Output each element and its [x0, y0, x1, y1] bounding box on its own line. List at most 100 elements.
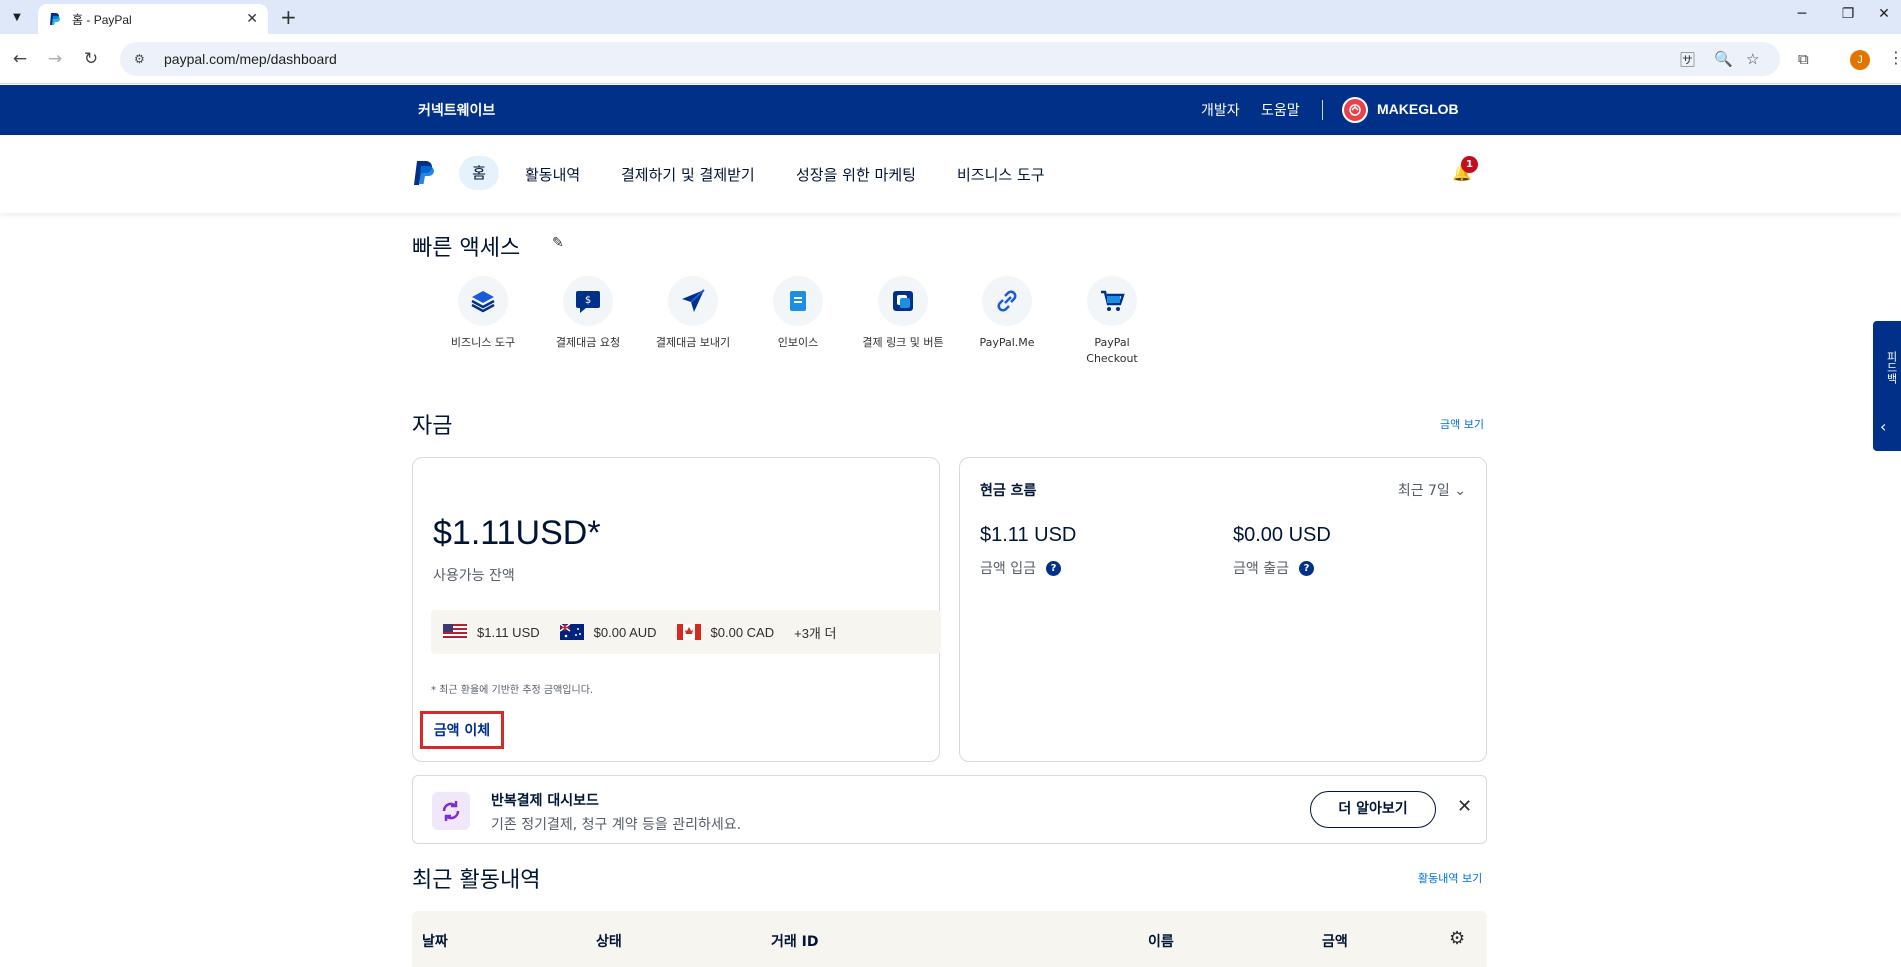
quick-access-label: 비즈니스 도구: [450, 336, 516, 349]
exchange-rate-note: * 최근 환율에 기반한 추정 금액입니다.: [431, 685, 594, 696]
au-flag-icon: [559, 624, 584, 640]
nav-business-tools[interactable]: 비즈니스 도구: [957, 164, 1045, 185]
minimize-icon[interactable]: ─: [1782, 6, 1822, 22]
money-out-text: 금액 출금: [1233, 561, 1289, 577]
quick-access-label: 결제대금 보내기: [655, 336, 731, 349]
money-out-label: 금액 출금 ?: [1233, 558, 1314, 578]
browser-tab[interactable]: 홈 - PayPal ✕: [38, 4, 268, 34]
tab-search-dropdown-icon[interactable]: ▼: [6, 7, 28, 27]
link-icon: [997, 290, 1017, 312]
more-currencies[interactable]: +3개 더: [794, 623, 836, 642]
quick-access-invoice[interactable]: 인보이스: [755, 276, 841, 351]
developer-link[interactable]: 개발자: [1201, 100, 1240, 120]
send-icon: [682, 289, 705, 312]
chevron-down-icon: ⌄: [1454, 483, 1466, 499]
column-status[interactable]: 상태: [596, 931, 622, 951]
recurring-icon: [432, 792, 470, 830]
currency-list[interactable]: $1.11 USD $0.00 AUD $0.00 CAD +3개 더: [431, 610, 941, 654]
browser-menu-icon[interactable]: ⋮: [1888, 48, 1901, 67]
zoom-icon[interactable]: 🔍: [1714, 42, 1733, 76]
pencil-icon[interactable]: ✎: [552, 235, 564, 251]
column-amount[interactable]: 금액: [1322, 931, 1348, 951]
help-link[interactable]: 도움말: [1261, 100, 1300, 120]
gear-icon[interactable]: ⚙: [1449, 928, 1465, 949]
view-balance-link[interactable]: 금액 보기: [1440, 416, 1484, 432]
translate-icon[interactable]: 🈂: [1680, 42, 1695, 76]
address-bar[interactable]: ⚙ paypal.com/mep/dashboard 🈂 🔍 ☆: [120, 42, 1780, 76]
tab-title: 홈 - PayPal: [72, 12, 132, 27]
url-text: paypal.com/mep/dashboard: [164, 51, 337, 67]
money-in-text: 금액 입금: [980, 561, 1036, 577]
close-icon[interactable]: ✕: [1457, 796, 1472, 817]
balance-card: $1.11USD* 사용가능 잔액 $1.11 USD $0.00 AUD $0…: [412, 457, 941, 762]
browser-toolbar: ← → ↻ ⚙ paypal.com/mep/dashboard 🈂 🔍 ☆ ⧉…: [0, 34, 1901, 84]
column-name[interactable]: 이름: [1148, 931, 1174, 951]
quick-access-label: 인보이스: [777, 336, 819, 349]
main-nav: 홈 활동내역 결제하기 및 결제받기 성장을 위한 마케팅 비즈니스 도구 🔔 …: [0, 135, 1901, 213]
currency-cad: $0.00 CAD: [676, 624, 775, 640]
quick-access-send-payment[interactable]: 결제대금 보내기: [650, 276, 736, 351]
ca-flag-icon: [676, 624, 701, 640]
banner-title: 반복결제 대시보드: [491, 793, 599, 809]
view-activity-link[interactable]: 활동내역 보기: [1418, 870, 1482, 886]
currency-amount: $0.00 CAD: [710, 624, 775, 640]
quick-access-label: 결제대금 요청: [555, 336, 621, 349]
quick-access-request-payment[interactable]: $ 결제대금 요청: [545, 276, 631, 351]
recurring-payments-banner: 반복결제 대시보드 기존 정기결제, 청구 계약 등을 관리하세요. 더 알아보…: [412, 775, 1487, 844]
nav-marketing[interactable]: 성장을 위한 마케팅: [796, 164, 916, 185]
avatar-icon: [1349, 104, 1361, 116]
site-info-icon[interactable]: ⚙: [134, 52, 152, 66]
reload-icon[interactable]: ↻: [80, 48, 102, 70]
money-out-value: $0.00 USD: [1233, 524, 1331, 546]
quick-access-paypal-checkout[interactable]: PayPal Checkout: [1069, 276, 1155, 367]
back-icon[interactable]: ←: [9, 48, 31, 70]
paypal-top-bar: 커넥트웨이브 개발자 도움말 MAKEGLOB: [0, 85, 1901, 135]
browser-tab-strip: ▼ 홈 - PayPal ✕ + ─ ❐ ✕: [0, 0, 1901, 34]
stack-icon: [471, 291, 495, 313]
period-label: 최근 7일: [1397, 483, 1450, 499]
quick-access-payment-links[interactable]: 결제 링크 및 버튼: [860, 276, 946, 351]
forward-icon[interactable]: →: [44, 48, 66, 70]
quick-access-label: 결제 링크 및 버튼: [862, 336, 944, 349]
currency-amount: $0.00 AUD: [593, 624, 657, 640]
period-dropdown[interactable]: 최근 7일 ⌄: [1398, 480, 1466, 500]
currency-usd: $1.11 USD: [443, 624, 540, 640]
quick-access-paypal-me[interactable]: PayPal.Me: [964, 276, 1050, 351]
recent-activity-title: 최근 활동내역: [412, 868, 541, 893]
quick-access-label: PayPal.Me: [979, 336, 1035, 349]
bookmark-star-icon[interactable]: ☆: [1746, 42, 1759, 76]
currency-aud: $0.00 AUD: [559, 624, 657, 640]
user-avatar[interactable]: [1342, 97, 1368, 123]
quick-access-business-tools[interactable]: 비즈니스 도구: [440, 276, 526, 351]
column-date[interactable]: 날짜: [422, 931, 448, 951]
us-flag-icon: [443, 624, 467, 640]
learn-more-button[interactable]: 더 알아보기: [1310, 791, 1436, 828]
cash-flow-card: 현금 흐름 최근 7일 ⌄ $1.11 USD 금액 입금 ? $0.00 US…: [959, 457, 1487, 762]
currency-amount: $1.11 USD: [477, 624, 540, 640]
nav-home[interactable]: 홈: [459, 156, 499, 190]
payment-link-icon: [893, 291, 913, 311]
user-name[interactable]: MAKEGLOB: [1377, 101, 1459, 117]
window-close-icon[interactable]: ✕: [1864, 6, 1901, 22]
notification-badge: 1: [1461, 156, 1478, 173]
cash-flow-title: 현금 흐름: [980, 483, 1037, 499]
restore-icon[interactable]: ❐: [1828, 6, 1868, 22]
transfer-money-button[interactable]: 금액 이체: [420, 711, 504, 749]
new-tab-icon[interactable]: +: [280, 7, 297, 27]
help-icon[interactable]: ?: [1045, 560, 1061, 576]
tab-close-icon[interactable]: ✕: [246, 11, 258, 27]
banner-subtitle: 기존 정기결제, 청구 계약 등을 관리하세요.: [491, 817, 742, 833]
funds-title: 자금: [412, 414, 453, 439]
help-icon[interactable]: ?: [1298, 560, 1314, 576]
money-in-label: 금액 입금 ?: [980, 558, 1061, 578]
feedback-tab[interactable]: 피드백 ‹: [1873, 321, 1901, 451]
column-transaction-id[interactable]: 거래 ID: [771, 931, 818, 951]
profile-avatar[interactable]: J: [1850, 50, 1870, 70]
nav-activity[interactable]: 활동내역: [525, 164, 580, 185]
extensions-icon[interactable]: ⧉: [1798, 50, 1809, 68]
account-switcher[interactable]: 커넥트웨이브: [418, 100, 495, 120]
paypal-logo-icon[interactable]: [413, 160, 435, 186]
balance-amount: $1.11USD*: [433, 514, 601, 552]
nav-payments[interactable]: 결제하기 및 결제받기: [621, 164, 755, 185]
topbar-divider: [1322, 100, 1323, 120]
